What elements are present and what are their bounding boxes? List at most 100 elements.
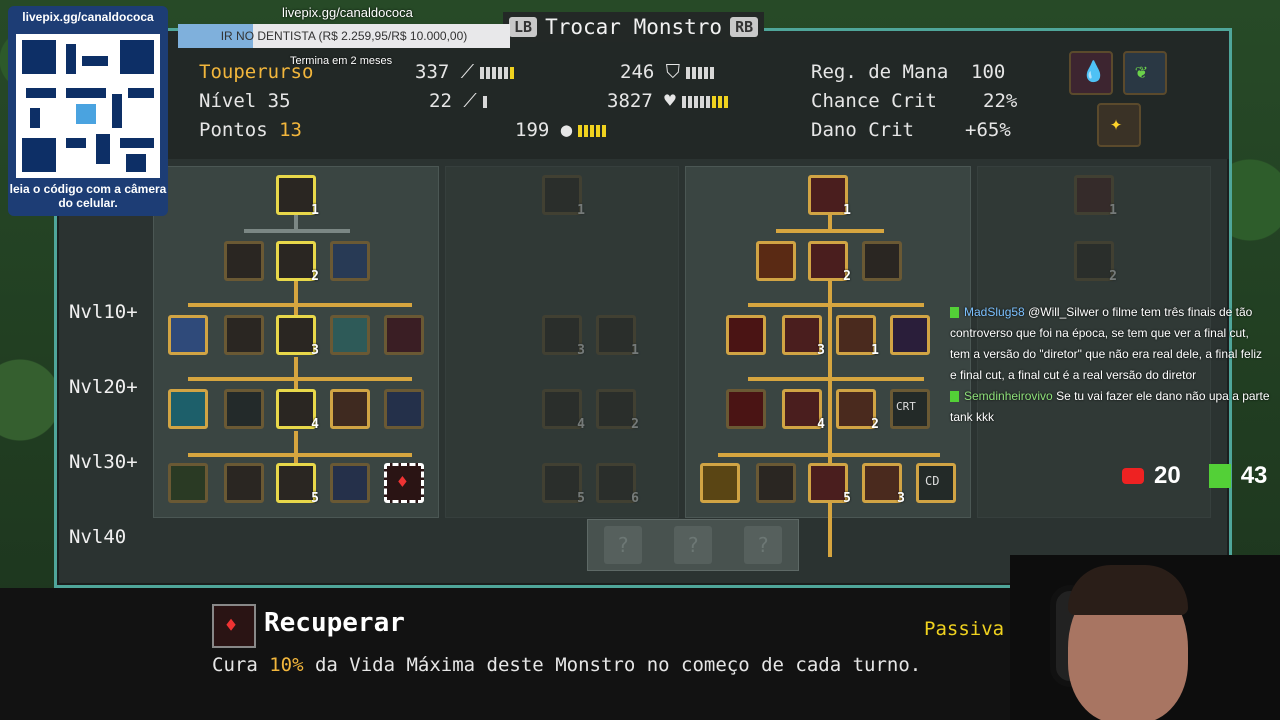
skill-node-crit[interactable]: CRT — [890, 389, 930, 429]
skill-node-recuperar-selected[interactable]: ♦ — [384, 463, 424, 503]
skill-node-attack-4[interactable]: 5 — [276, 463, 319, 506]
skill-node-gear[interactable] — [168, 315, 208, 355]
boot-icon: ● — [560, 119, 573, 141]
skill-node-shield-3[interactable] — [330, 463, 370, 503]
qr-code — [16, 34, 160, 178]
skill-node-armor[interactable] — [224, 315, 264, 355]
viewer-counters: 20 43 — [1122, 462, 1267, 490]
monster-stats-header: Touperurso Nível 35 Pontos 13 337 ⟋ 22 ⟋… — [57, 31, 1229, 159]
skill-node-shield[interactable] — [330, 241, 370, 281]
donation-goal-bar: IR NO DENTISTA (R$ 2.259,95/R$ 10.000,00… — [178, 24, 510, 48]
speed-stat: 199 ● — [515, 119, 607, 141]
skill-node-shield-2[interactable] — [384, 389, 424, 429]
skill-tree-2: 1 3 1 4 2 5 6 — [445, 166, 679, 518]
sword-icon: ⟋ — [460, 61, 475, 83]
element-water-up-icon[interactable]: 💧 — [1069, 51, 1113, 95]
skill-node-heart-armor-2[interactable] — [756, 463, 796, 503]
skill-node-claw-4[interactable]: 5 — [808, 463, 851, 506]
skill-tree-3: 1 2 3 1 4 2 CRT 5 3 CD — [685, 166, 971, 557]
skill-node-claw[interactable]: 2 — [808, 241, 851, 284]
monster-level: Nível 35 — [199, 90, 291, 112]
skill-node-claw-3[interactable]: 4 — [782, 389, 825, 432]
heart-icon: ♥ — [664, 90, 676, 112]
skill-node-t2-c[interactable]: 4 — [542, 389, 585, 432]
qr-label: livepix.gg/canaldococa — [22, 10, 154, 24]
streamer-hair — [1068, 565, 1188, 615]
skill-node-t3-root[interactable]: 1 — [808, 175, 851, 218]
skill-node-defense[interactable] — [224, 241, 264, 281]
kick-count: 43 — [1240, 462, 1268, 489]
skill-node-cooldown[interactable]: CD — [916, 463, 956, 503]
skill-node-attack-2[interactable]: 3 — [276, 315, 319, 358]
skill-node-t2-b[interactable]: 1 — [596, 315, 639, 358]
skill-node-purple-orb[interactable] — [890, 315, 930, 355]
crit-chance: Chance Crit 22% — [811, 90, 1018, 112]
rb-button[interactable]: RB — [730, 17, 759, 37]
skill-node-potion[interactable] — [224, 389, 264, 429]
skill-description: Cura 10% da Vida Máxima deste Monstro no… — [212, 654, 922, 676]
goal-subtext: Termina em 2 meses — [290, 55, 393, 67]
skill-type: Passiva — [924, 618, 1005, 640]
qr-caption: leia o código com a câmera do celular. — [9, 182, 167, 210]
youtube-icon — [1122, 468, 1144, 484]
element-leaf-shield-icon[interactable]: ❦ — [1123, 51, 1167, 95]
skill-node-red-beast[interactable] — [726, 315, 766, 355]
skill-node-t2-a[interactable]: 3 — [542, 315, 585, 358]
skill-node-slash-3[interactable]: 3 — [862, 463, 905, 506]
kick-logo-icon — [1208, 464, 1231, 488]
skill-node-heart-armor[interactable] — [862, 241, 902, 281]
level-label-40: Nvl40 — [69, 526, 127, 548]
skill-node-red-beast-2[interactable] — [726, 389, 766, 429]
skill-node-gear-teal[interactable] — [330, 315, 370, 355]
skill-node-t2-root[interactable]: 1 — [542, 175, 585, 218]
kick-icon — [950, 307, 959, 319]
crit-damage: Dano Crit +65% — [811, 119, 1011, 141]
locked-skill-2: ? — [674, 526, 712, 564]
skill-node-t2-f[interactable]: 6 — [596, 463, 639, 506]
mana-regen: Reg. de Mana 100 — [811, 61, 1006, 83]
skill-node-slash[interactable]: 1 — [836, 315, 879, 358]
chat-message: MadSlug58 @Will_Silwer o filme tem três … — [950, 305, 1263, 382]
skill-tree-1: 1 2 3 4 5 ♦ — [153, 166, 439, 518]
youtube-count: 20 — [1154, 462, 1181, 489]
locked-skill-3: ? — [744, 526, 782, 564]
skill-node-gem-shield[interactable] — [168, 389, 208, 429]
hp-stat: 3827 ♥ — [607, 90, 728, 112]
wand-icon: ⟋ — [463, 90, 477, 112]
skill-node-t2-d[interactable]: 2 — [596, 389, 639, 432]
skill-node-root[interactable]: 1 — [276, 175, 319, 218]
level-label-30: Nvl30+ — [69, 451, 138, 473]
goal-text: IR NO DENTISTA (R$ 2.259,95/R$ 10.000,00… — [220, 29, 468, 43]
title-bar: LB Trocar Monstro RB — [503, 12, 765, 42]
defense-stat: 246 ⛉ — [620, 61, 715, 83]
webcam-feed — [1010, 555, 1280, 720]
skill-node-attack[interactable]: 2 — [276, 241, 319, 284]
window-title: Trocar Monstro — [545, 15, 723, 39]
skill-node-fire[interactable] — [756, 241, 796, 281]
attack-stat: 337 ⟋ — [415, 61, 515, 83]
chat-message: Semdinheirovivo Se tu vai fazer ele dano… — [950, 389, 1270, 424]
skill-node-t4-root[interactable]: 1 — [1074, 175, 1117, 218]
kick-icon — [950, 391, 959, 403]
shield-icon: ⛉ — [665, 61, 681, 83]
locked-skill-1: ? — [604, 526, 642, 564]
magic-stat: 22 ⟋ — [429, 90, 487, 112]
goal-url: livepix.gg/canaldococa — [282, 5, 413, 20]
skill-node-slash-2[interactable]: 2 — [836, 389, 879, 432]
skill-node-armor-2[interactable] — [224, 463, 264, 503]
skill-node-attack-3[interactable]: 4 — [276, 389, 319, 432]
skill-node-sword-buff[interactable] — [330, 389, 370, 429]
lb-button[interactable]: LB — [509, 17, 538, 37]
chat-overlay: MadSlug58 @Will_Silwer o filme tem três … — [950, 302, 1270, 428]
skill-node-claw-2[interactable]: 3 — [782, 315, 825, 358]
element-light-icon[interactable]: ✦ — [1097, 103, 1141, 147]
level-label-10: Nvl10+ — [69, 301, 138, 323]
skill-node-flask[interactable] — [168, 463, 208, 503]
skill-name: Recuperar — [264, 608, 405, 638]
locked-skills-level40: ? ? ? — [587, 519, 799, 571]
skill-node-t2-e[interactable]: 5 — [542, 463, 585, 506]
level-label-20: Nvl20+ — [69, 376, 138, 398]
skill-node-gold-gem[interactable] — [700, 463, 740, 503]
skill-node-t4-a[interactable]: 2 — [1074, 241, 1117, 284]
skill-node-red-skill[interactable] — [384, 315, 424, 355]
